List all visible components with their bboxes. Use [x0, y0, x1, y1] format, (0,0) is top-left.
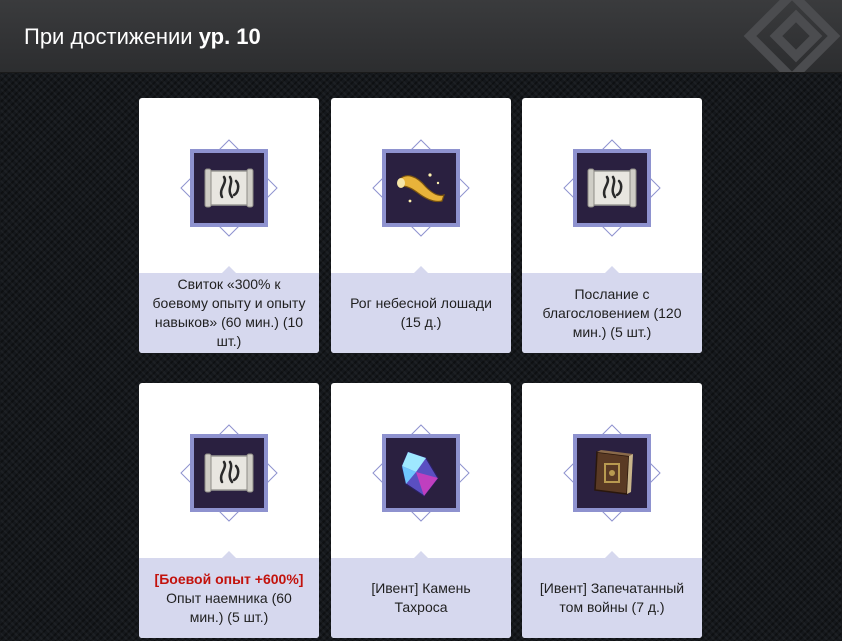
- header-title-prefix: При достижении: [24, 24, 193, 49]
- reward-card[interactable]: [Боевой опыт +600%] Опыт наемника (60 ми…: [139, 383, 319, 638]
- item-caption: [Ивент] Запечатанный том войны (7 д.): [522, 551, 702, 638]
- scroll-icon: [194, 438, 264, 508]
- item-caption: [Ивент] Камень Тахроса: [331, 551, 511, 638]
- item-slot: [190, 434, 268, 512]
- brand-logo-icon: [743, 0, 841, 72]
- header-title-level: ур. 10: [198, 24, 261, 49]
- item-name: Свиток «300% к боевому опыту и опыту нав…: [152, 276, 306, 349]
- item-bonus-label: [Боевой опыт +600%]: [154, 570, 304, 587]
- item-slot: [382, 434, 460, 512]
- horn-icon: [386, 153, 456, 223]
- item-slot: [573, 149, 651, 227]
- item-caption: Рог небесной лошади (15 д.): [331, 266, 511, 353]
- tome-icon: [577, 438, 647, 508]
- item-name: Рог небесной лошади (15 д.): [350, 295, 492, 330]
- header-title: При достижении ур. 10: [24, 24, 261, 50]
- item-slot: [190, 149, 268, 227]
- item-caption: Свиток «300% к боевому опыту и опыту нав…: [139, 266, 319, 353]
- reward-card[interactable]: Рог небесной лошади (15 д.): [331, 98, 511, 353]
- item-name: [Ивент] Камень Тахроса: [371, 580, 471, 615]
- item-caption: Послание с благословением (120 мин.) (5 …: [522, 266, 702, 353]
- item-name: Опыт наемника (60 мин.) (5 шт.): [166, 589, 292, 625]
- reward-card[interactable]: Свиток «300% к боевому опыту и опыту нав…: [139, 98, 319, 353]
- section-header: При достижении ур. 10: [0, 0, 842, 73]
- item-slot: [382, 149, 460, 227]
- reward-card[interactable]: [Ивент] Запечатанный том войны (7 д.): [522, 383, 702, 638]
- crystal-icon: [386, 438, 456, 508]
- scroll-icon: [194, 153, 264, 223]
- item-name: Послание с благословением (120 мин.) (5 …: [542, 285, 682, 340]
- reward-card[interactable]: [Ивент] Камень Тахроса: [331, 383, 511, 638]
- item-slot: [573, 434, 651, 512]
- scroll-icon: [577, 153, 647, 223]
- item-caption: [Боевой опыт +600%] Опыт наемника (60 ми…: [139, 551, 319, 638]
- item-name: [Ивент] Запечатанный том войны (7 д.): [539, 580, 685, 615]
- reward-card[interactable]: Послание с благословением (120 мин.) (5 …: [522, 98, 702, 353]
